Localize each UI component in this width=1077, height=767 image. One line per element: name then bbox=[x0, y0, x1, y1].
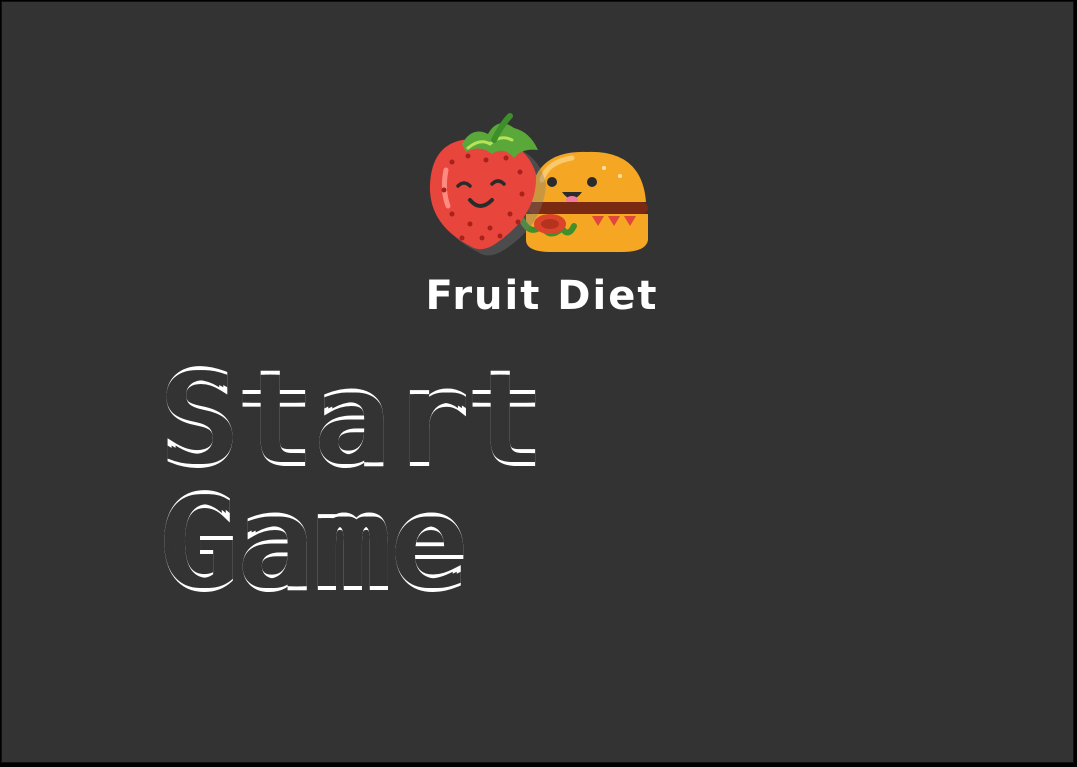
game-title: Fruit Diet bbox=[425, 273, 659, 319]
game-logo: Fruit Diet bbox=[422, 110, 662, 325]
start-game-button[interactable]: Start Game bbox=[158, 354, 922, 610]
game-screen: Fruit Diet Start Game bbox=[1, 1, 1074, 763]
logo-artwork bbox=[429, 113, 648, 256]
start-game-label: Start Game bbox=[158, 348, 547, 616]
